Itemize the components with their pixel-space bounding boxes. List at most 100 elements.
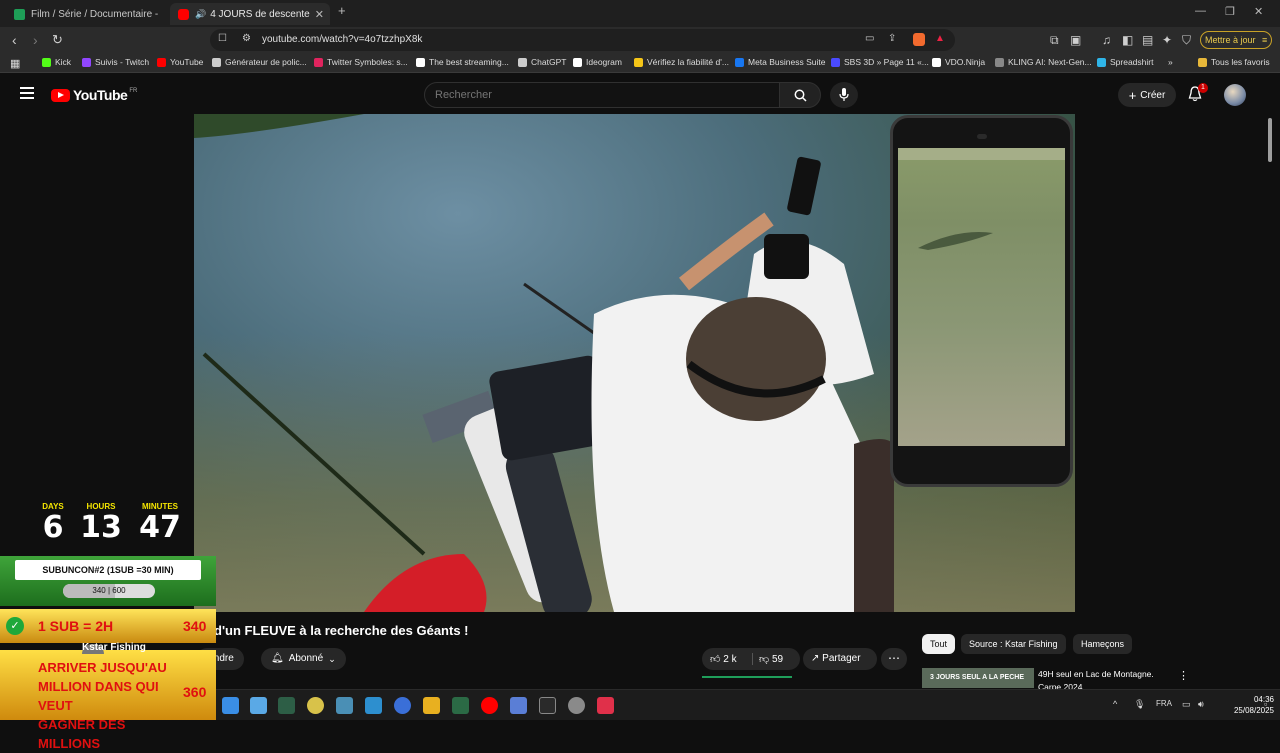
back-icon[interactable]: ‹ (12, 32, 17, 48)
reload-icon[interactable]: ↻ (52, 32, 63, 48)
voice-search-button[interactable] (830, 82, 858, 108)
settings-gear-icon[interactable] (568, 697, 585, 714)
minimize-icon[interactable]: — (1195, 5, 1206, 17)
epic-games-icon[interactable] (539, 697, 556, 714)
search-input[interactable] (435, 89, 765, 101)
video-title: d'un FLEUVE à la recherche des Géants ! (214, 623, 469, 638)
tab-sheets[interactable]: Film / Série / Documentaire - Google (6, 3, 168, 25)
chrome-canary-icon[interactable] (307, 697, 324, 714)
bookmark-youtube[interactable]: YouTube (157, 57, 203, 67)
youtube-logo[interactable]: YouTube FR (51, 87, 137, 103)
divider (752, 653, 753, 665)
subscribed-button[interactable]: 🔔︎ Abonné ⌄ (261, 648, 346, 670)
close-tab-icon[interactable]: ✕ (315, 8, 324, 21)
bookmark-twitch[interactable]: Suivis - Twitch (82, 57, 149, 67)
timer-hours: HOURS 13 (79, 502, 123, 545)
more-actions-icon[interactable]: ⋯ (881, 648, 907, 670)
bookmark-font-generator[interactable]: Générateur de polic... (212, 57, 307, 67)
youtube-app-icon[interactable] (481, 697, 498, 714)
notification-center-icon[interactable]: ▫ (1264, 699, 1267, 709)
page-scrollbar[interactable] (1267, 114, 1273, 690)
photos-icon[interactable] (250, 697, 267, 714)
timer-minutes: MINUTES 47 (136, 502, 184, 545)
cast-icon[interactable]: ▭ (865, 33, 874, 44)
plex-icon[interactable] (423, 697, 440, 714)
volume-icon[interactable]: 🔊︎ (1198, 699, 1204, 710)
vscode-icon[interactable] (365, 697, 382, 714)
account-avatar[interactable] (1224, 84, 1246, 106)
dislike-button[interactable]: 👎︎ 59 (759, 653, 783, 665)
bookmarks-overflow-icon[interactable]: » (1168, 57, 1173, 67)
share-page-icon[interactable]: ⇪ (888, 33, 896, 44)
checkmark-icon: ✓ (6, 617, 24, 635)
timer-value: 13 (80, 510, 122, 545)
tab-youtube-video[interactable]: 🔊 4 JOURS de descente d'un FL ✕ (170, 3, 330, 25)
channel-name[interactable]: Kstar Fishing (82, 642, 146, 653)
address-bar[interactable]: ☐ ⚙ youtube.com/watch?v=4o7tzzhpX8k ▭ ⇪ … (210, 29, 955, 51)
sub-rule-panel: ✓ 1 SUB = 2H 340 (0, 609, 216, 643)
sidebar-icon[interactable]: ◧ (1122, 33, 1133, 47)
hamburger-menu-icon[interactable] (20, 87, 34, 99)
search-box[interactable] (424, 82, 780, 108)
close-window-icon[interactable]: ✕ (1254, 5, 1263, 18)
tray-overflow-icon[interactable]: ^ (1113, 699, 1117, 709)
browser-tab-strip: Film / Série / Documentaire - Google 🔊 4… (0, 0, 1280, 27)
bookmark-meta[interactable]: Meta Business Suite (735, 57, 825, 67)
chatgpt-icon (518, 57, 527, 67)
terminal-icon[interactable] (278, 697, 295, 714)
like-button[interactable]: 👍︎ 2 k (710, 653, 737, 665)
bookmark-twitter-symbols[interactable]: Twitter Symboles: s... (314, 57, 408, 67)
new-tab-button[interactable]: + (338, 3, 346, 18)
wallet-icon[interactable]: ▤ (1142, 33, 1153, 47)
vpn-icon[interactable]: ⛉ (1182, 33, 1191, 48)
apps-grid-icon[interactable]: ▦ (10, 57, 20, 70)
media-icon[interactable]: ♫ (1102, 33, 1111, 47)
snipping-tool-icon[interactable] (222, 697, 239, 714)
browser-edge-icon[interactable] (394, 697, 411, 714)
bookmark-verify[interactable]: Vérifiez la fiabilité d'... (634, 57, 729, 67)
kebab-menu-icon[interactable]: ⋮ (1178, 669, 1189, 682)
input-language[interactable]: FRA (1156, 699, 1172, 708)
bookmark-spreadshirt[interactable]: Spreadshirt (1097, 57, 1153, 67)
bookmark-chatgpt[interactable]: ChatGPT (518, 57, 566, 67)
chip-hooks[interactable]: Hameçons (1073, 634, 1133, 654)
subathon-label: SUBUNCON#2 (1SUB =30 MIN) (15, 560, 201, 580)
bookmark-sbs3d[interactable]: SBS 3D » Page 11 «... (831, 57, 929, 67)
screenshot-icon[interactable]: ▣ (1070, 33, 1081, 47)
brave-rewards-icon[interactable]: ▲ (935, 33, 945, 44)
forward-icon[interactable]: › (33, 32, 38, 48)
create-button[interactable]: + Créer (1118, 83, 1176, 107)
site-info-icon[interactable]: ⚙ (242, 33, 251, 44)
extensions-icon[interactable]: ⧉ (1050, 33, 1059, 48)
file-explorer-icon[interactable] (336, 697, 353, 714)
bookmark-icon[interactable]: ☐ (218, 33, 227, 44)
scrollbar-thumb[interactable] (1268, 118, 1272, 162)
chip-source-channel[interactable]: Source : Kstar Fishing (961, 634, 1066, 654)
like-ratio-bar (702, 676, 792, 678)
update-button[interactable]: Mettre à jour ≡ (1200, 31, 1273, 49)
search-button[interactable] (779, 82, 821, 108)
microphone-icon (839, 88, 849, 101)
recommendation-thumbnail[interactable]: 3 JOURS SEUL A LA PECHE (922, 668, 1034, 688)
notepad-icon[interactable] (510, 697, 527, 714)
notifications-button[interactable]: 1 (1188, 83, 1208, 107)
bookmark-label: Suivis - Twitch (95, 57, 150, 67)
bookmark-ideogram[interactable]: Ideogram (573, 57, 622, 67)
bookmark-vdo-ninja[interactable]: VDO.Ninja (932, 57, 985, 67)
phone-overlay (890, 115, 1073, 487)
share-button[interactable]: ↗ Partager (803, 648, 877, 670)
bookmark-kling[interactable]: KLING AI: Next-Gen... (995, 57, 1092, 67)
all-bookmarks-folder[interactable]: Tous les favoris (1198, 57, 1270, 67)
video-player[interactable] (194, 114, 1075, 612)
network-icon[interactable]: ▭ (1182, 699, 1191, 710)
bookmark-kick[interactable]: Kick (42, 57, 71, 67)
brave-shield-icon[interactable] (913, 33, 925, 46)
leo-ai-icon[interactable]: ✦ (1162, 33, 1172, 47)
maximize-icon[interactable]: ❐ (1225, 5, 1235, 18)
bookmark-streaming[interactable]: The best streaming... (416, 57, 509, 67)
region-code: FR (129, 88, 138, 94)
app-icon-green[interactable] (452, 697, 469, 714)
streaming-app-icon[interactable] (597, 697, 614, 714)
chip-all[interactable]: Tout (922, 634, 956, 654)
microphone-tray-icon[interactable]: 🎙︎ (1134, 699, 1145, 710)
